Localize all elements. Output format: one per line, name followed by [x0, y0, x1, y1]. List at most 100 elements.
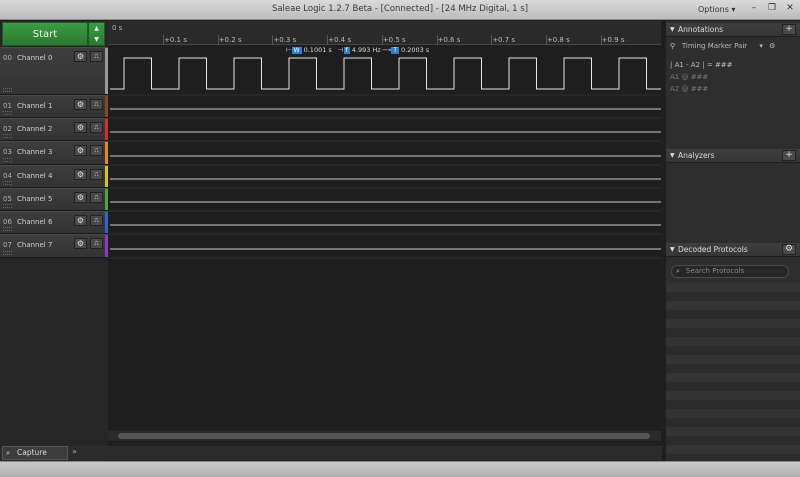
gear-icon[interactable]: ⚙: [74, 122, 87, 133]
analyzers-header[interactable]: ▼ Analyzers +: [666, 149, 800, 163]
close-icon[interactable]: ✕: [780, 2, 800, 16]
trigger-icon[interactable]: ⎍: [90, 192, 103, 203]
channel-row[interactable]: 07 Channel 7 ⚙ ⎍: [0, 234, 108, 258]
measure-frequency: ⊣ f 4.993 Hz: [338, 46, 381, 54]
drag-handle[interactable]: [3, 181, 12, 185]
options-label: Options: [698, 5, 729, 14]
freq-value: 4.993 Hz: [351, 46, 381, 54]
add-annotation-button[interactable]: +: [782, 24, 796, 35]
decoded-protocols-list: [666, 283, 800, 461]
gear-icon[interactable]: ⚙: [74, 215, 87, 226]
trigger-icon[interactable]: ⎍: [90, 238, 103, 249]
ruler-tick-label: +0.3 s: [273, 36, 297, 44]
channel-name[interactable]: Channel 1: [17, 102, 52, 110]
trigger-icon[interactable]: ⎍: [90, 122, 103, 133]
ruler-tick-label: +0.4 s: [328, 36, 351, 44]
horizontal-scrollbar[interactable]: [108, 431, 661, 441]
decoded-protocols-header[interactable]: ▼ Decoded Protocols ⚙: [666, 243, 800, 257]
timing-marker-row[interactable]: ⚲ Timing Marker Pair ▾ ⚙: [670, 42, 775, 50]
gear-icon[interactable]: ⚙: [74, 99, 87, 110]
channel-number: 06: [3, 218, 12, 226]
trigger-icon[interactable]: ⎍: [90, 215, 103, 226]
annotations-title: Annotations: [678, 25, 724, 34]
period-badge: T: [391, 47, 399, 54]
freq-badge: f: [343, 47, 350, 54]
channel-name[interactable]: Channel 6: [17, 218, 52, 226]
drag-handle[interactable]: [3, 88, 12, 92]
ruler-tick-label: +0.6 s: [437, 36, 461, 44]
waveform-svg: [108, 57, 661, 259]
measure-period: ⟶ T 0.2003 s: [382, 46, 430, 54]
ruler-tick-label: +0.8 s: [546, 36, 570, 44]
width-value: 0.1001 s: [303, 46, 332, 54]
drag-handle[interactable]: [3, 204, 12, 208]
width-badge: W: [291, 47, 302, 54]
add-analyzer-button[interactable]: +: [782, 150, 796, 161]
channel-row[interactable]: 04 Channel 4 ⚙ ⎍: [0, 165, 108, 188]
channel-number: 00: [3, 54, 12, 62]
ruler-tick-label: +0.7 s: [492, 36, 516, 44]
channel-name[interactable]: Channel 3: [17, 148, 52, 156]
channel-name[interactable]: Channel 0: [17, 54, 52, 62]
pin-icon: ⚲: [670, 42, 676, 50]
ruler-tick-label: +0.1 s: [164, 36, 187, 44]
channel-name[interactable]: Channel 7: [17, 241, 52, 249]
scrollbar-thumb[interactable]: [118, 433, 650, 439]
time-ruler[interactable]: 0 s +0.1 s +0.2 s +0.3 s +0.4 s +0.5 s +0.6 s…: [108, 21, 661, 45]
search-icon: ⌕: [676, 267, 680, 275]
channel-name[interactable]: Channel 4: [17, 172, 52, 180]
analyzers-title: Analyzers: [678, 151, 715, 160]
channel-number: 05: [3, 195, 12, 203]
drag-handle[interactable]: [3, 227, 12, 231]
channel-row[interactable]: 00 Channel 0 ⚙ ⎍: [0, 47, 108, 95]
channel-row[interactable]: 03 Channel 3 ⚙ ⎍: [0, 141, 108, 165]
decoded-settings-button[interactable]: ⚙: [782, 244, 796, 255]
gear-icon[interactable]: ⚙: [74, 238, 87, 249]
gear-icon[interactable]: ⚙: [74, 51, 87, 62]
channel-row[interactable]: 01 Channel 1 ⚙ ⎍: [0, 95, 108, 118]
drag-handle[interactable]: [3, 251, 12, 255]
collapse-icon: ▼: [670, 152, 675, 159]
channel-number: 04: [3, 172, 12, 180]
decoded-protocols-title: Decoded Protocols: [678, 245, 748, 254]
bottom-bar: [0, 446, 662, 460]
collapse-icon: ▼: [670, 26, 675, 33]
channel-number: 02: [3, 125, 12, 133]
channel-row[interactable]: 06 Channel 6 ⚙ ⎍: [0, 211, 108, 234]
channel-number: 07: [3, 241, 12, 249]
search-placeholder: Search Protocols: [686, 267, 745, 275]
marker-diff-row: | A1 - A2 | = ###: [670, 61, 733, 69]
drag-handle[interactable]: [3, 158, 12, 162]
capture-tab[interactable]: ⌕ Capture: [2, 446, 68, 460]
trigger-icon[interactable]: ⎍: [90, 145, 103, 156]
options-menu[interactable]: Options ▾: [698, 5, 735, 14]
ruler-tick-label: +0.2 s: [218, 36, 242, 44]
start-button[interactable]: Start: [2, 22, 88, 46]
channel-row[interactable]: 05 Channel 5 ⚙ ⎍: [0, 188, 108, 211]
expand-icon[interactable]: »: [72, 447, 77, 456]
waveform-area[interactable]: [108, 21, 661, 431]
gear-icon[interactable]: ⚙: [74, 169, 87, 180]
drag-handle[interactable]: [3, 134, 12, 138]
chevron-down-icon[interactable]: ▾: [759, 42, 763, 50]
gear-icon[interactable]: ⚙: [769, 42, 775, 50]
gear-icon[interactable]: ⚙: [74, 145, 87, 156]
channel-name[interactable]: Channel 2: [17, 125, 52, 133]
minimize-icon[interactable]: –: [744, 2, 764, 16]
measure-width: ⊢ W 0.1001 s: [286, 46, 332, 54]
drag-handle[interactable]: [3, 111, 12, 115]
trigger-icon[interactable]: ⎍: [90, 99, 103, 110]
gear-icon[interactable]: ⚙: [74, 192, 87, 203]
title-bar: Saleae Logic 1.2.7 Beta - [Connected] - …: [0, 0, 800, 20]
restore-icon[interactable]: ❐: [762, 2, 782, 16]
trigger-icon[interactable]: ⎍: [90, 51, 103, 62]
search-protocols-input[interactable]: ⌕ Search Protocols: [671, 265, 789, 278]
trigger-icon[interactable]: ⎍: [90, 169, 103, 180]
start-options-arrows[interactable]: ▲ ▼: [88, 22, 105, 46]
annotations-header[interactable]: ▼ Annotations +: [666, 23, 800, 37]
channel-0-waveform: [110, 57, 661, 90]
marker-a1-row: A1 @ ###: [670, 73, 709, 81]
channel-row[interactable]: 02 Channel 2 ⚙ ⎍: [0, 118, 108, 141]
channel-name[interactable]: Channel 5: [17, 195, 52, 203]
collapse-icon: ▼: [670, 246, 675, 253]
